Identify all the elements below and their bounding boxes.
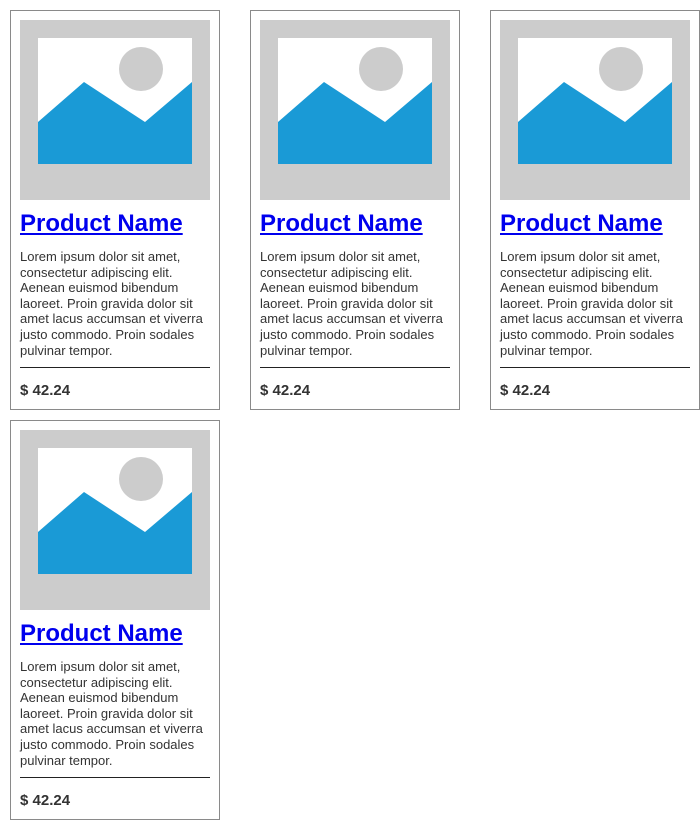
product-name-link[interactable]: Product Name (20, 210, 183, 238)
product-name-link[interactable]: Product Name (20, 620, 183, 648)
product-description: Lorem ipsum dolor sit amet, consectetur … (260, 249, 443, 358)
product-image[interactable] (260, 20, 450, 200)
image-placeholder-icon (38, 448, 192, 574)
product-price: $ 42.24 (20, 792, 71, 809)
product-name-link[interactable]: Product Name (500, 210, 663, 238)
product-card: Product Name Lorem ipsum dolor sit amet,… (10, 10, 220, 410)
product-card: Product Name Lorem ipsum dolor sit amet,… (250, 10, 460, 410)
product-price: $ 42.24 (20, 382, 71, 399)
product-card: Product Name Lorem ipsum dolor sit amet,… (490, 10, 700, 410)
product-description: Lorem ipsum dolor sit amet, consectetur … (500, 249, 683, 358)
image-placeholder-icon (38, 38, 192, 164)
product-description: Lorem ipsum dolor sit amet, consectetur … (20, 659, 203, 768)
card-divider (20, 367, 210, 368)
product-price: $ 42.24 (500, 382, 551, 399)
product-card: Product Name Lorem ipsum dolor sit amet,… (10, 420, 220, 820)
product-image[interactable] (20, 430, 210, 610)
product-price: $ 42.24 (260, 382, 311, 399)
product-description: Lorem ipsum dolor sit amet, consectetur … (20, 249, 203, 358)
image-placeholder-icon (518, 38, 672, 164)
product-name-link[interactable]: Product Name (260, 210, 423, 238)
card-divider (500, 367, 690, 368)
image-placeholder-icon (278, 38, 432, 164)
card-divider (260, 367, 450, 368)
card-divider (20, 777, 210, 778)
product-image[interactable] (500, 20, 690, 200)
product-image[interactable] (20, 20, 210, 200)
